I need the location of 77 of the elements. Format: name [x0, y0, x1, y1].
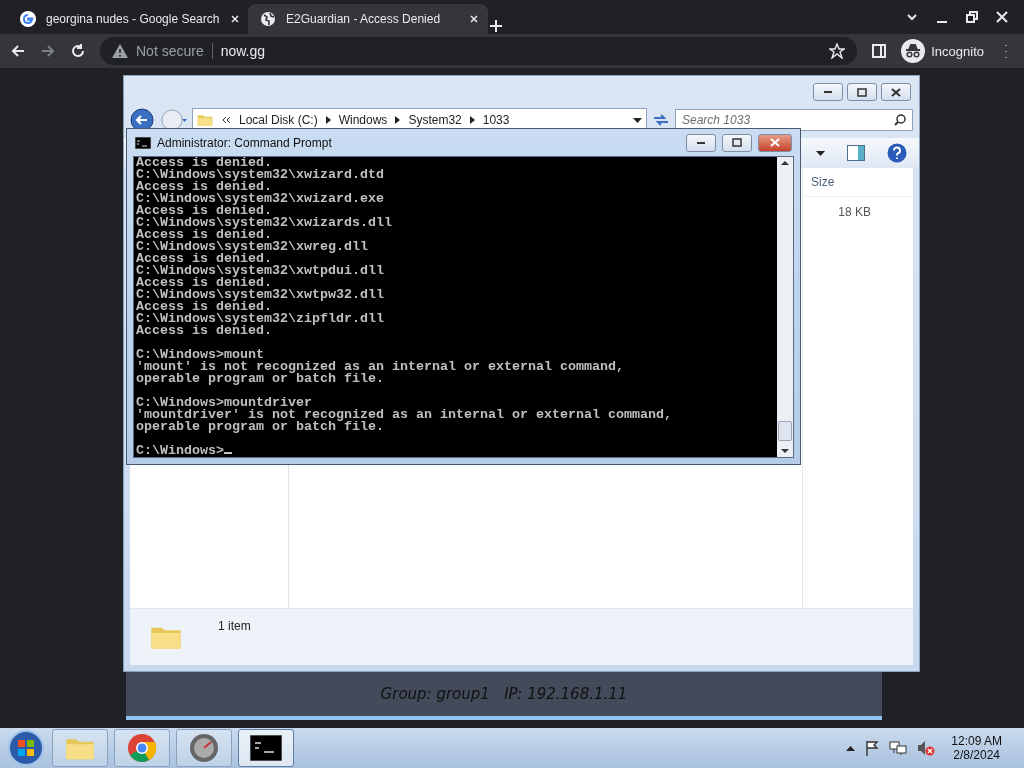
console-line: C:\Windows\system32\xwtpdui.dll — [136, 263, 384, 278]
breadcrumb-item[interactable]: System32 — [408, 113, 462, 127]
console-line: C:\Windows\system32\xwreg.dll — [136, 239, 368, 254]
security-label: Not secure — [136, 43, 204, 59]
minimize-icon — [824, 91, 832, 93]
back-icon[interactable] — [10, 43, 26, 59]
search-icon — [894, 114, 906, 126]
terminal-icon — [135, 136, 151, 149]
console-line: Access is denied. — [136, 157, 272, 170]
dropdown-icon[interactable] — [633, 117, 642, 123]
restore-icon[interactable] — [964, 9, 980, 25]
size-cell: 18 KB — [838, 205, 871, 219]
close-icon[interactable] — [994, 9, 1010, 25]
browser-tab[interactable]: georgina nudes - Google Search — [8, 4, 248, 34]
reload-icon[interactable] — [70, 43, 86, 59]
address-bar[interactable]: Not secure now.gg — [100, 37, 858, 65]
incognito-icon — [901, 39, 926, 63]
status-text: Group: group1 IP: 192.168.1.11 — [380, 685, 628, 703]
muted-speaker-icon[interactable] — [917, 740, 936, 756]
maximize-button[interactable] — [847, 83, 877, 101]
folder-icon — [197, 113, 213, 127]
incognito-button[interactable]: Incognito — [901, 39, 984, 63]
console-line: C:\Windows\system32\xwizards.dll — [136, 215, 392, 230]
arrow-right-icon — [469, 116, 475, 124]
minimize-icon — [697, 141, 705, 144]
network-icon[interactable] — [889, 740, 908, 756]
search-field[interactable]: Search 1033 — [675, 109, 913, 131]
scroll-thumb[interactable] — [778, 421, 792, 441]
close-icon — [770, 138, 780, 147]
caret-down-icon[interactable] — [816, 150, 825, 156]
console-line: C:\Windows>mountdriver — [136, 395, 312, 410]
arrow-right-icon — [325, 116, 331, 124]
refresh-icon[interactable] — [651, 112, 671, 128]
browser-tab[interactable]: E2Guardian - Access Denied — [248, 4, 488, 34]
preview-pane-icon[interactable] — [847, 145, 865, 161]
maximize-icon — [732, 138, 742, 147]
new-tab-icon[interactable] — [488, 18, 504, 34]
text-cursor — [224, 452, 232, 454]
console-line: 'mountdriver' is not recognized as an internal or external command, — [136, 407, 672, 422]
close-button[interactable] — [881, 83, 911, 101]
console-line: C:\Windows\system32\zipfldr.dll — [136, 311, 384, 326]
help-icon[interactable] — [887, 143, 907, 163]
minimize-button[interactable] — [686, 133, 716, 152]
item-count: 1 item — [218, 619, 251, 633]
console-line: C:\Windows\system32\xwizard.exe — [136, 191, 384, 206]
minimize-button[interactable] — [813, 83, 843, 101]
globe-icon — [260, 11, 276, 27]
flag-icon[interactable] — [865, 740, 880, 756]
console-line: 'mount' is not recognized as an internal or external command, — [136, 359, 624, 374]
maximize-button[interactable] — [722, 133, 752, 152]
breadcrumb-item[interactable]: Local Disk (C:) — [239, 113, 318, 127]
maximize-icon — [857, 87, 867, 97]
side-panel-icon[interactable] — [871, 43, 888, 59]
taskbar-button[interactable] — [238, 729, 294, 767]
console-line: C:\Windows>mount — [136, 347, 264, 362]
gauge-icon — [189, 733, 219, 763]
star-icon[interactable] — [829, 43, 846, 59]
arrow-right-icon — [395, 116, 401, 124]
start-button[interactable] — [6, 729, 46, 767]
scrollbar[interactable] — [777, 157, 793, 457]
close-icon — [891, 87, 901, 97]
console-line: C:\Windows\system32\xwtpw32.dll — [136, 287, 384, 302]
breadcrumb-item[interactable]: 1033 — [482, 113, 510, 127]
caret-up-icon[interactable] — [846, 745, 856, 751]
chrome-icon — [127, 733, 157, 763]
warning-icon — [112, 44, 128, 58]
clock[interactable]: 12:09 AM 2/8/2024 — [951, 734, 1002, 762]
breadcrumb-item[interactable]: Windows — [338, 113, 388, 127]
console-line: C:\Windows> — [136, 443, 224, 457]
google-icon — [20, 11, 36, 27]
chevron-icon — [221, 116, 231, 124]
column-header[interactable]: Size — [811, 175, 835, 189]
window-title: Administrator: Command Prompt — [157, 135, 333, 150]
terminal-icon — [250, 735, 282, 761]
forward-icon[interactable] — [40, 43, 56, 59]
url-text: now.gg — [220, 43, 267, 59]
console-line: C:\Windows\system32\xwizard.dtd — [136, 167, 384, 182]
